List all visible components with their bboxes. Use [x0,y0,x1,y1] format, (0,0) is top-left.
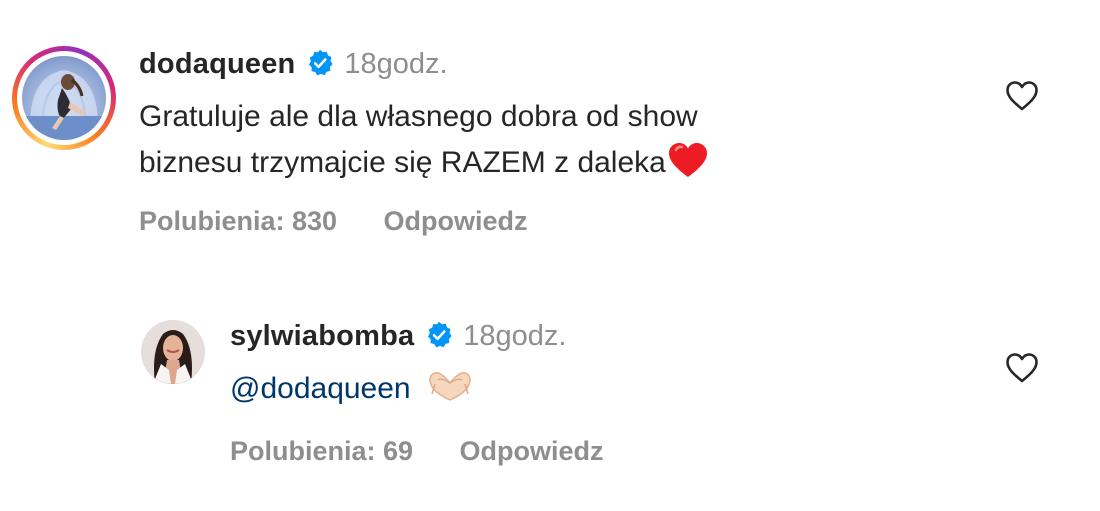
like-heart-icon[interactable] [1005,80,1039,112]
comment-text: @dodaqueen [230,366,473,418]
avatar-image [22,70,106,140]
avatar-sylwiabomba[interactable] [141,320,205,384]
comment-timestamp: 18godz. [463,320,567,352]
comment-dodaqueen: dodaqueen 18godz. Gratuluje ale dla włas… [0,0,1100,260]
comment-username[interactable]: dodaqueen [139,48,295,80]
like-count[interactable]: Polubienia: 69 [230,436,413,466]
comment-text-line: biznesu trzymajcie się RAZEM z daleka [139,146,666,179]
comment-username[interactable]: sylwiabomba [230,320,414,352]
comment-timestamp: 18godz. [344,48,448,80]
like-heart-icon[interactable] [1005,352,1039,384]
mention-link[interactable]: @dodaqueen [230,372,411,405]
verified-badge-icon [425,321,453,354]
comment-text: Gratuluje ale dla własnego dobra od show… [139,94,708,192]
verified-badge-icon [306,49,334,82]
avatar-image [141,320,205,384]
heart-hands-emoji [427,370,473,418]
red-heart-emoji [668,142,708,192]
avatar-dodaqueen[interactable] [12,46,116,150]
reply-button[interactable]: Odpowiedz [460,436,604,466]
comment-sylwiabomba: sylwiabomba 18godz. @dodaqueen Polubieni… [0,290,1100,500]
comment-text-line: Gratuluje ale dla własnego dobra od show [139,100,698,133]
reply-button[interactable]: Odpowiedz [384,206,528,236]
like-count[interactable]: Polubienia: 830 [139,206,337,236]
